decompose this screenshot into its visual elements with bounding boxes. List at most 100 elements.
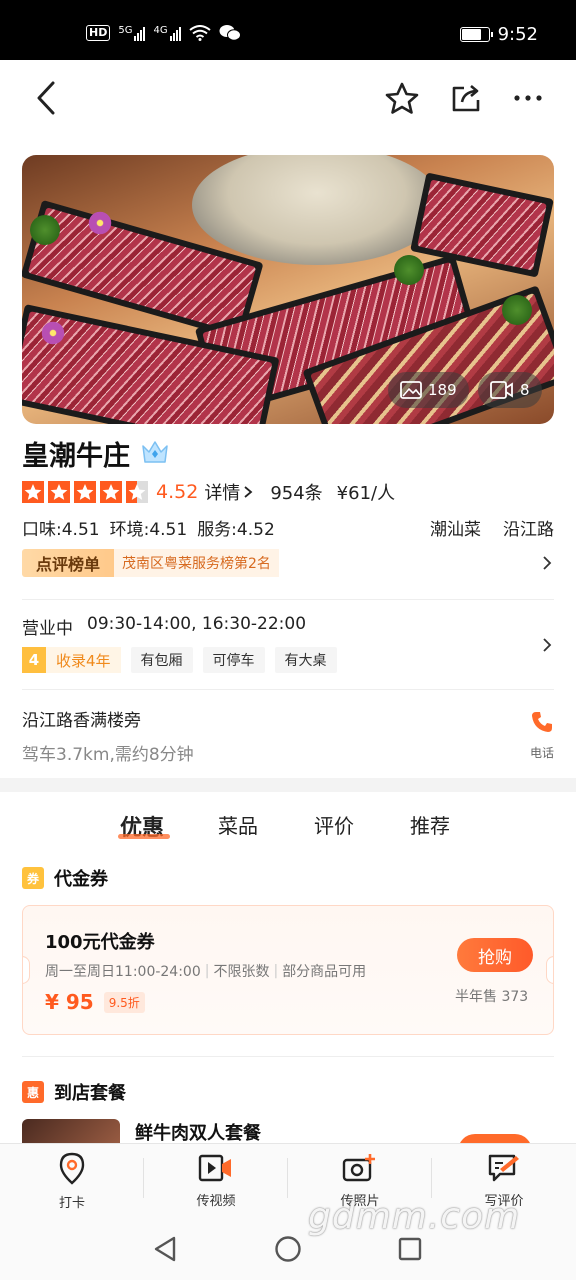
phone-button[interactable]: 电话 xyxy=(524,710,560,761)
feature-tags: 4 收录4年 有包厢 可停车 有大桌 xyxy=(22,647,337,673)
wifi-icon xyxy=(188,25,211,41)
share-button[interactable] xyxy=(446,78,486,118)
tag-parking: 可停车 xyxy=(202,647,265,673)
rating-star-icon xyxy=(22,481,44,503)
favorite-button[interactable] xyxy=(382,78,422,118)
herb-garnish xyxy=(30,215,60,245)
write-review-icon xyxy=(488,1154,519,1182)
shop-category: 潮汕菜 沿江路 xyxy=(430,515,554,540)
coupon-discount: 9.5折 xyxy=(103,991,145,1013)
coupon-notch xyxy=(546,956,553,984)
voucher-section-title: 券 代金券 xyxy=(22,865,108,891)
clock: 9:52 xyxy=(497,24,538,45)
system-recents-icon[interactable] xyxy=(398,1237,422,1261)
video-label: 传视频 xyxy=(196,1194,236,1209)
coupon-scope: 部分商品可用 xyxy=(282,964,367,980)
herb-garnish xyxy=(502,295,532,325)
signal-4g-icon: 4G xyxy=(153,25,181,41)
package-section-title: 惠 到店套餐 xyxy=(22,1079,126,1105)
battery-icon xyxy=(459,27,493,42)
open-status: 营业中 xyxy=(22,619,73,639)
image-icon xyxy=(400,381,422,399)
voucher-title: 代金券 xyxy=(54,869,108,890)
rating-star-icon xyxy=(74,481,96,503)
video-count: 8 xyxy=(520,381,530,399)
sold-count: 半年售 373 xyxy=(455,989,529,1005)
tag-large-table: 有大桌 xyxy=(274,647,337,673)
photo-count: 189 xyxy=(428,381,457,399)
status-bar: HD 5G 4G 9:52 xyxy=(0,0,576,60)
sig2-label: 4G xyxy=(153,25,168,36)
coupon-card[interactable]: 100元代金券 周一至周日11:00-24:00 | 不限张数 | 部分商品可用… xyxy=(22,905,554,1035)
phone-label: 电话 xyxy=(529,746,554,760)
content-tabs: 优惠 菜品 评价 推荐 xyxy=(0,810,576,846)
tab-dishes[interactable]: 菜品 xyxy=(218,810,258,839)
flower-garnish xyxy=(40,320,66,346)
rating-row: 4.52 详情 954条 ¥61/人 xyxy=(22,479,395,505)
shop-name: 皇潮牛庄 xyxy=(22,441,130,472)
checkin-button[interactable]: 打卡 xyxy=(0,1152,144,1211)
sep: | xyxy=(273,963,279,979)
top-nav xyxy=(0,60,576,136)
photo-count-chip[interactable]: 189 xyxy=(388,372,469,408)
camera-plus-icon xyxy=(342,1154,375,1182)
coupon-price-row: ¥ 95 9.5折 xyxy=(45,990,145,1014)
chevron-right-icon[interactable] xyxy=(540,638,554,652)
coupon-notch xyxy=(23,956,30,984)
years-badge: 4 收录4年 xyxy=(22,647,121,673)
phone-icon xyxy=(532,712,552,732)
buy-button[interactable]: 抢购 xyxy=(457,938,533,972)
tab-recommend[interactable]: 推荐 xyxy=(410,810,450,839)
rating-star-icon xyxy=(126,481,148,503)
package-title: 到店套餐 xyxy=(54,1083,126,1104)
hd-badge: HD xyxy=(86,25,111,41)
back-button[interactable] xyxy=(26,78,66,118)
rank-badge: 点评榜单 xyxy=(22,549,115,577)
divider xyxy=(22,1056,554,1057)
hours-text: 09:30-14:00, 16:30-22:00 xyxy=(87,614,307,634)
wechat-icon xyxy=(219,25,241,41)
rating-score: 4.52 xyxy=(156,481,199,503)
divider xyxy=(22,689,554,690)
upload-video-button[interactable]: 传视频 xyxy=(144,1152,288,1209)
coupon-desc: 周一至周日11:00-24:00 | 不限张数 | 部分商品可用 xyxy=(45,961,366,981)
sig1-label: 5G xyxy=(118,25,133,36)
rating-star-icon xyxy=(48,481,70,503)
tab-reviews[interactable]: 评价 xyxy=(314,810,354,839)
coupon-title: 100元代金券 xyxy=(45,932,155,953)
herb-garnish xyxy=(394,255,424,285)
coupon-price: ¥ 95 xyxy=(45,990,94,1014)
avg-price: ¥61/人 xyxy=(336,483,396,504)
environment-score: 环境:4.51 xyxy=(109,520,188,540)
rank-banner[interactable]: 点评榜单 茂南区粤菜服务榜第2名 xyxy=(22,549,279,577)
sep: | xyxy=(204,963,210,979)
active-tab-indicator xyxy=(118,834,170,839)
coupon-time: 周一至周日11:00-24:00 xyxy=(45,964,201,980)
video-icon xyxy=(490,381,513,399)
sub-scores: 口味:4.51 环境:4.51 服务:4.52 xyxy=(22,515,275,540)
video-upload-icon xyxy=(198,1154,231,1182)
address[interactable]: 沿江路香满楼旁 xyxy=(22,706,141,731)
more-dots-icon xyxy=(514,95,542,101)
review-count: 954条 xyxy=(270,483,323,504)
section-divider xyxy=(0,778,576,792)
flower-garnish xyxy=(87,210,113,236)
chevron-right-icon xyxy=(244,486,253,498)
location-pin-icon xyxy=(59,1152,85,1185)
taste-score: 口味:4.51 xyxy=(22,520,100,540)
package-item-title[interactable]: 鲜牛肉双人套餐 xyxy=(135,1119,261,1145)
business-hours[interactable]: 营业中 09:30-14:00, 16:30-22:00 xyxy=(22,614,306,639)
drive-info: 驾车3.7km,需约8分钟 xyxy=(22,745,194,765)
checkin-label: 打卡 xyxy=(58,1196,85,1211)
years-num: 4 xyxy=(22,647,46,673)
details-link[interactable]: 详情 xyxy=(204,479,254,505)
area[interactable]: 沿江路 xyxy=(503,515,554,540)
more-button[interactable] xyxy=(508,78,548,118)
system-home-icon[interactable] xyxy=(274,1235,302,1263)
video-count-chip[interactable]: 8 xyxy=(478,372,542,408)
system-back-icon[interactable] xyxy=(152,1235,178,1263)
chevron-right-icon[interactable] xyxy=(540,556,554,570)
rank-text: 茂南区粤菜服务榜第2名 xyxy=(114,549,279,577)
cuisine[interactable]: 潮汕菜 xyxy=(430,515,481,540)
hero-photo[interactable] xyxy=(22,155,554,424)
